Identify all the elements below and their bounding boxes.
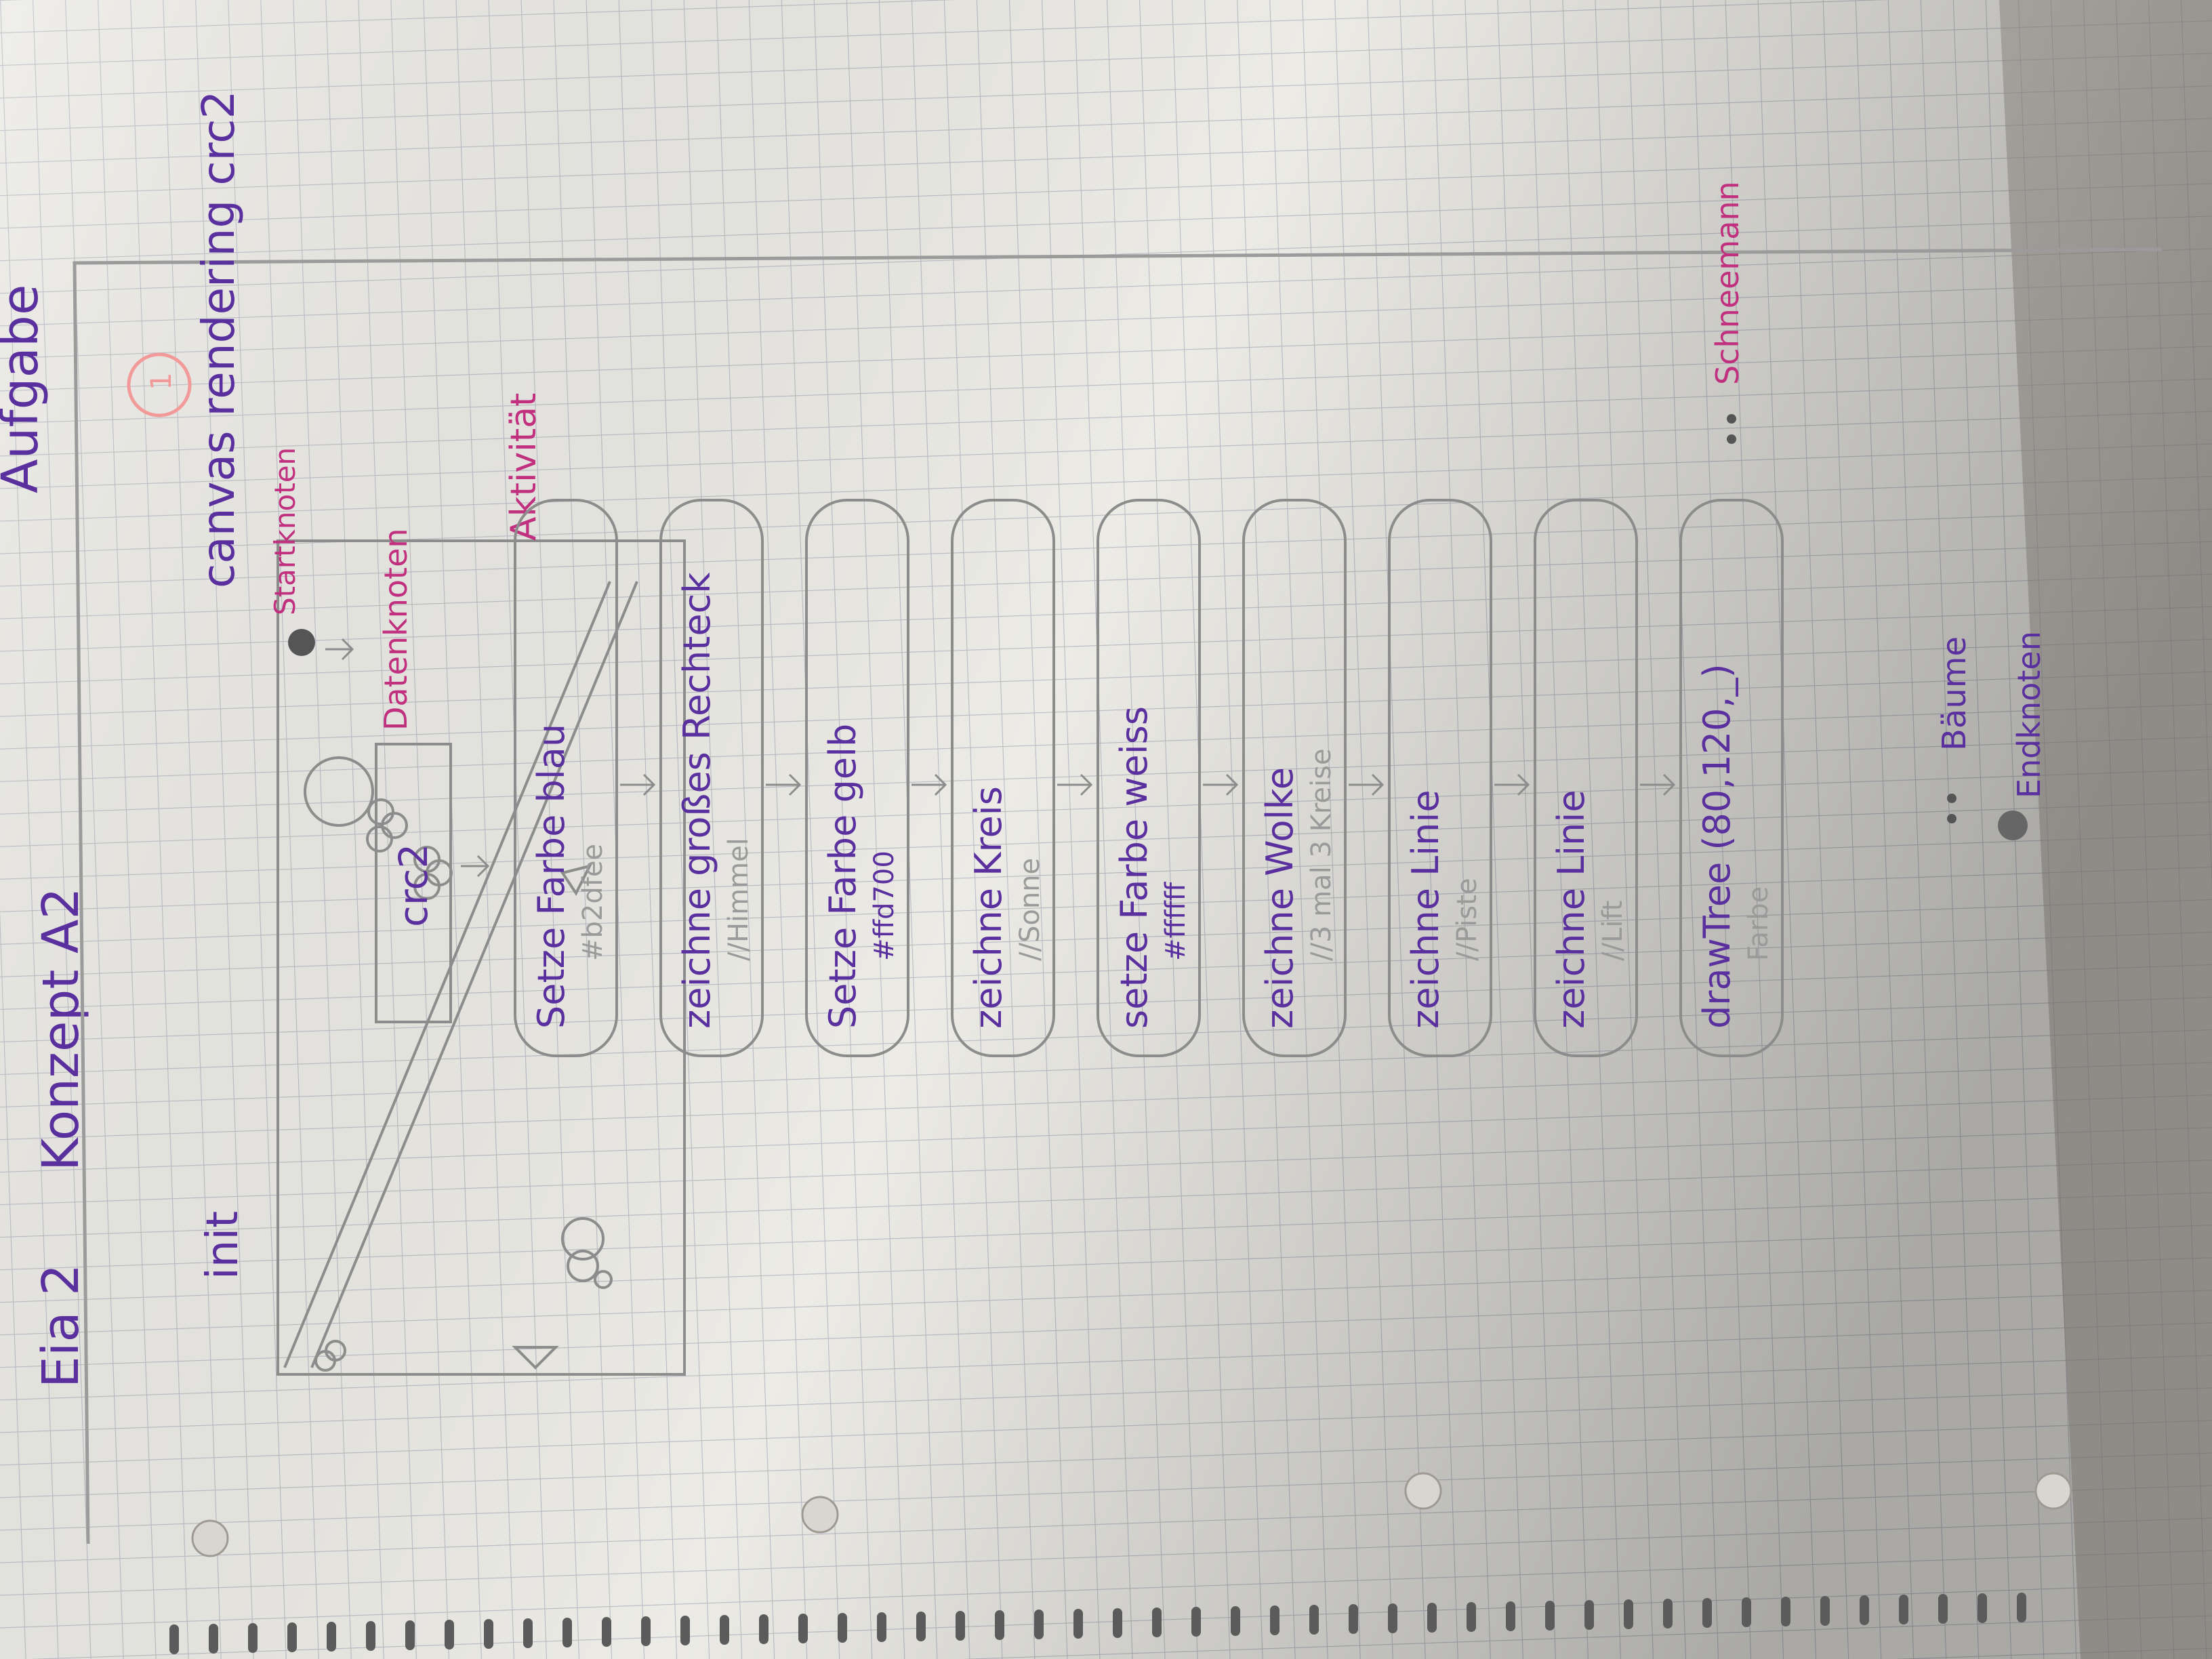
activity-title: canvas rendering crc2 xyxy=(192,91,245,588)
spiral-ring xyxy=(798,1614,808,1643)
spiral-ring xyxy=(1506,1601,1515,1631)
spiral-ring xyxy=(1702,1598,1712,1628)
activity-node-note: Farbe xyxy=(1743,886,1774,961)
notebook-photo: Eia 2 Konzept A2 Aufgabe init canvas ren… xyxy=(0,0,2212,1659)
spiral-ring xyxy=(366,1621,375,1651)
spiral-ring xyxy=(877,1612,886,1642)
spiral-ring xyxy=(209,1624,218,1654)
spiral-ring xyxy=(1152,1607,1162,1637)
activity-node-note: //3 mal 3 Kreise xyxy=(1306,748,1337,961)
spiral-ring xyxy=(1349,1604,1358,1634)
activity-node-text: zeichne Linie xyxy=(1404,790,1447,1029)
spiral-ring xyxy=(1034,1610,1044,1639)
activity-node-text: zeichne Kreis xyxy=(967,786,1010,1029)
activity-node-text: zeichne Wolke xyxy=(1258,767,1301,1029)
spiral-ring xyxy=(995,1610,1004,1640)
spiral-ring xyxy=(1781,1597,1790,1626)
spiral-ring xyxy=(1270,1605,1279,1635)
spiral-ring xyxy=(1545,1601,1555,1631)
spiral-ring xyxy=(1388,1603,1397,1633)
spiral-ring xyxy=(1073,1609,1083,1639)
activity-node-note: //Himmel xyxy=(723,838,754,961)
spiral-ring xyxy=(2017,1593,2026,1622)
activity-node-note: #b2dfee xyxy=(577,844,609,961)
data-node-label: Datenknoten xyxy=(377,528,414,731)
spiral-ring xyxy=(1742,1597,1751,1627)
trees-label: Bäume xyxy=(1936,636,1973,751)
spiral-ring xyxy=(1624,1599,1633,1629)
activity-node-text: zeichne großes Rechteck xyxy=(676,572,718,1029)
spiral-ring xyxy=(523,1618,533,1648)
start-label: Startknoten xyxy=(268,447,302,615)
spiral-ring xyxy=(327,1622,336,1652)
spiral-ring xyxy=(1820,1596,1830,1626)
spiral-ring xyxy=(1309,1605,1319,1635)
spiral-ring xyxy=(1584,1600,1594,1630)
spiral-ring xyxy=(248,1623,258,1653)
spiral-ring xyxy=(602,1617,611,1647)
page-title-cut: Aufgabe xyxy=(0,285,49,493)
spiral-ring xyxy=(484,1619,493,1649)
spiral-ring xyxy=(1427,1603,1437,1633)
spiral-ring xyxy=(1467,1602,1476,1632)
spiral-ring xyxy=(1938,1594,1948,1624)
activity-node-text: drawTree (80,120,_) xyxy=(1696,663,1738,1029)
spiral-ring xyxy=(641,1616,651,1646)
page-number: 1 xyxy=(144,372,178,390)
end-node xyxy=(1998,811,2028,840)
frame-label: init xyxy=(198,1211,248,1279)
spiral-ring xyxy=(1978,1593,1987,1623)
activity-node-note: //Lift xyxy=(1597,901,1629,961)
activity-node-text: Setze Farbe blau xyxy=(530,724,573,1029)
spiral-ring xyxy=(916,1612,926,1641)
activity-node-text: Setze Farbe gelb xyxy=(821,724,864,1029)
spiral-ring xyxy=(405,1620,415,1650)
spiral-ring xyxy=(1860,1595,1869,1625)
start-node xyxy=(288,629,315,656)
spiral-ring xyxy=(956,1611,965,1641)
spiral-ring xyxy=(1113,1608,1122,1638)
activity-node-note: #ffd700 xyxy=(869,851,900,961)
spiral-ring xyxy=(1231,1606,1240,1636)
spiral-ring xyxy=(287,1622,297,1652)
spiral-ring xyxy=(1191,1607,1201,1637)
activity-node-note: //Sonne xyxy=(1015,858,1046,961)
activity-node-text: zeichne Linie xyxy=(1550,790,1593,1029)
activity-node-text: setze Farbe weiss xyxy=(1113,706,1155,1029)
spiral-ring xyxy=(1899,1595,1908,1624)
spiral-ring xyxy=(680,1616,690,1645)
paper-sheet xyxy=(0,0,2212,1659)
data-node-text: crc2 xyxy=(390,844,436,927)
activity-label: Aktivität xyxy=(504,393,544,541)
spiral-ring xyxy=(838,1613,847,1643)
spiral-ring xyxy=(562,1618,572,1647)
course-label: Eia 2 xyxy=(32,1264,90,1388)
spiral-ring xyxy=(720,1615,729,1645)
spiral-ring xyxy=(759,1614,769,1644)
activity-node-note: #ffffff xyxy=(1160,881,1191,961)
spiral-ring xyxy=(445,1620,454,1650)
snowman-label: Schneemann xyxy=(1709,181,1746,385)
end-label: Endknoten xyxy=(2011,631,2047,798)
spiral-ring xyxy=(169,1624,179,1654)
spiral-ring xyxy=(1663,1599,1673,1629)
activity-node-note: //Piste xyxy=(1452,878,1483,961)
